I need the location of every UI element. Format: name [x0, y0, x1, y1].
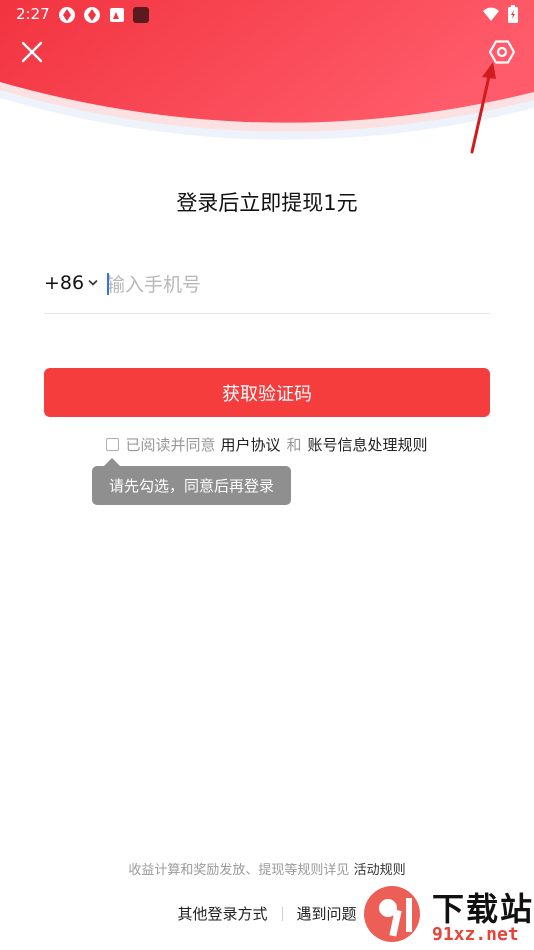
agreement-row: 已阅读并同意 用户协议 和 账号信息处理规则 — [0, 434, 534, 455]
square-icon — [133, 7, 149, 23]
image-icon — [110, 8, 124, 22]
problem-help-link[interactable]: 遇到问题 — [297, 903, 357, 924]
rules-notice: 收益计算和奖励发放、提现等规则详见 活动规则 — [0, 859, 534, 878]
status-right-icons — [482, 5, 518, 23]
close-button[interactable] — [14, 34, 50, 70]
chevron-down-icon — [88, 280, 98, 286]
user-agreement-link[interactable]: 用户协议 — [220, 434, 280, 455]
tooltip-arrow — [104, 458, 120, 466]
app-icon — [59, 7, 75, 23]
status-time: 2:27 — [16, 5, 50, 23]
text-cursor — [107, 273, 109, 295]
account-rules-link[interactable]: 账号信息处理规则 — [308, 434, 428, 455]
get-verification-code-button[interactable]: 获取验证码 — [44, 368, 490, 417]
activity-rules-link[interactable]: 活动规则 — [354, 863, 406, 878]
phone-field-row: +86 — [44, 262, 490, 314]
country-code-selector[interactable]: +86 — [44, 272, 98, 294]
wifi-icon — [483, 7, 499, 21]
status-bar: 2:27 — [0, 0, 534, 28]
agreement-tooltip: 请先勾选，同意后再登录 — [92, 466, 291, 505]
phone-number-input[interactable] — [106, 268, 486, 302]
page-title: 登录后立即提现1元 — [176, 191, 358, 215]
watermark-url: 91xz.net — [432, 924, 519, 945]
annotation-arrow — [470, 62, 496, 154]
watermark: 下载站 91xz.net — [362, 884, 534, 950]
agreement-prefix: 已阅读并同意 — [125, 436, 216, 454]
close-icon — [21, 41, 43, 63]
country-code-label: +86 — [44, 272, 85, 294]
agreement-and: 和 — [286, 436, 302, 454]
battery-icon — [508, 5, 518, 23]
bottom-divider — [281, 906, 283, 921]
rules-notice-text: 收益计算和奖励发放、提现等规则详见 — [128, 863, 350, 878]
app-icon — [84, 7, 100, 23]
watermark-logo-icon — [364, 886, 420, 942]
agreement-checkbox[interactable] — [106, 438, 120, 451]
other-login-methods-link[interactable]: 其他登录方式 — [177, 903, 267, 924]
